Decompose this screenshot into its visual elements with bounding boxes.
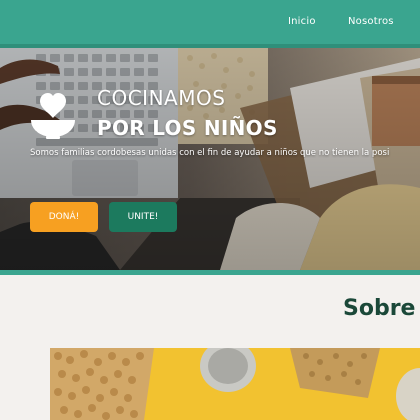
nav-link-nosotros[interactable]: Nosotros — [348, 16, 394, 27]
about-section-title: Sobre n — [343, 296, 420, 321]
hero-bottom-border — [0, 270, 420, 275]
donate-button[interactable]: DONÁ! — [30, 202, 98, 232]
hero-section: COCINAMOS POR LOS NIÑOS Somos familias c… — [0, 48, 420, 270]
hero-tagline: Somos familias cordobesas unidas con el … — [30, 148, 390, 158]
nav-link-inicio[interactable]: Inicio — [288, 16, 316, 27]
join-button[interactable]: UNITE! — [109, 202, 177, 232]
page: Inicio Nosotros COCINAMOS POR LOS NIÑOS … — [0, 0, 420, 420]
heart-bowl-icon — [31, 93, 75, 139]
hero-title-line-2: POR LOS NIÑOS — [97, 116, 278, 140]
hero-title-line-1: COCINAMOS — [97, 86, 226, 110]
hero-background-photo — [0, 48, 420, 270]
top-navbar: Inicio Nosotros — [0, 0, 420, 48]
about-photo — [50, 348, 420, 420]
